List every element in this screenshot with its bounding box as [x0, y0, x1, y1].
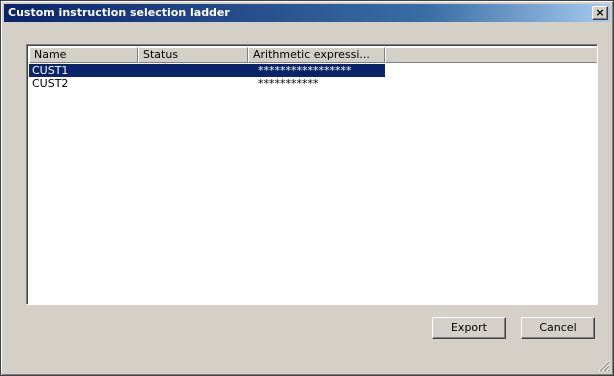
list-row-cust1[interactable]: CUST1 *****************	[29, 64, 597, 77]
title-bar[interactable]: Custom instruction selection ladder ×	[4, 4, 610, 22]
export-button[interactable]: Export	[432, 317, 506, 339]
resize-grip-icon[interactable]	[598, 360, 610, 372]
row-expression: *****************	[258, 64, 352, 77]
cancel-button[interactable]: Cancel	[521, 317, 595, 339]
column-header-expression[interactable]: Arithmetic expressi...	[248, 47, 385, 63]
row-expression: ***********	[258, 77, 319, 90]
column-header-name[interactable]: Name	[29, 47, 138, 63]
list-header: Name Status Arithmetic expressi...	[29, 47, 597, 63]
close-button[interactable]: ×	[592, 6, 608, 20]
dialog-window: Custom instruction selection ladder × Na…	[0, 0, 614, 376]
row-name: CUST1	[32, 64, 69, 77]
column-header-status[interactable]: Status	[138, 47, 248, 63]
row-name: CUST2	[32, 77, 69, 90]
list-row-cust2[interactable]: CUST2 ***********	[29, 77, 597, 90]
instruction-list[interactable]: Name Status Arithmetic expressi... CUST1…	[26, 44, 598, 305]
window-title: Custom instruction selection ladder	[8, 6, 230, 19]
row-status	[141, 64, 245, 77]
close-icon: ×	[595, 6, 605, 19]
column-header-filler	[385, 47, 597, 63]
row-status	[141, 77, 245, 90]
